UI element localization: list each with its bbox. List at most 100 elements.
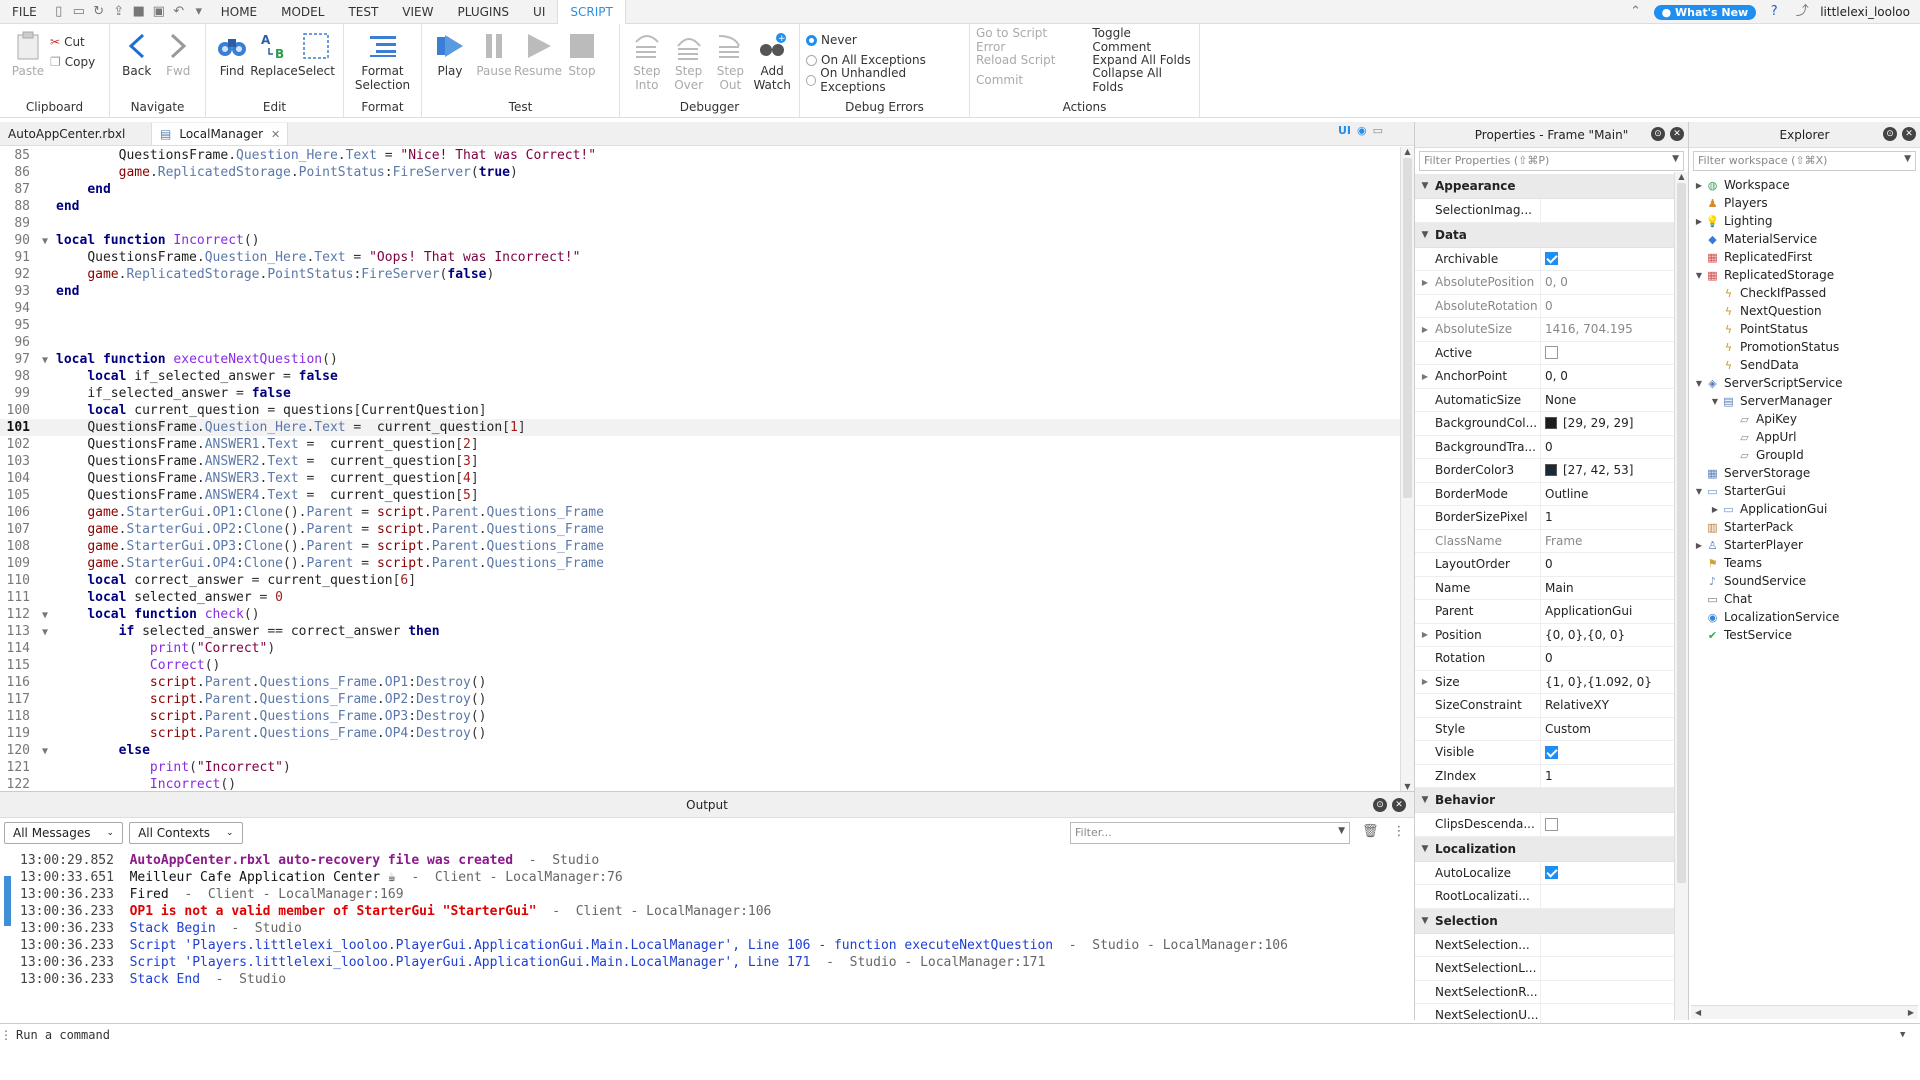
expand-triangle-icon[interactable]: ▶	[1415, 630, 1435, 639]
property-category[interactable]: ▼ Behavior	[1415, 788, 1675, 813]
menu-tab-script[interactable]: SCRIPT	[557, 0, 626, 24]
code-line[interactable]: 114 print("Correct")	[0, 640, 1400, 657]
property-value[interactable]: 0	[1540, 553, 1675, 576]
code-line[interactable]: 118 script.Parent.Questions_Frame.OP3:De…	[0, 708, 1400, 725]
scroll-up-icon[interactable]: ▲	[1401, 147, 1414, 156]
code-line[interactable]: 108 game.StarterGui.OP3:Clone().Parent =…	[0, 538, 1400, 555]
explorer-filter-input[interactable]: Filter workspace (⇧⌘X) ▼	[1693, 151, 1916, 171]
fold-toggle-icon[interactable]: ▼	[34, 233, 56, 250]
explorer-item[interactable]: ϟ CheckIfPassed	[1693, 284, 1920, 302]
help-icon[interactable]: ?	[1767, 5, 1781, 19]
code-line[interactable]: 112 ▼ local function check()	[0, 606, 1400, 623]
chevron-down-icon[interactable]: ▼	[1900, 1030, 1920, 1040]
code-line[interactable]: 113 ▼ if selected_answer == correct_answe…	[0, 623, 1400, 640]
collapse-triangle-icon[interactable]: ▼	[1415, 795, 1435, 805]
collapse-triangle-icon[interactable]: ▼	[1415, 230, 1435, 240]
property-row[interactable]: ClipsDescenda...	[1415, 813, 1675, 837]
code-line[interactable]: 117 script.Parent.Questions_Frame.OP2:De…	[0, 691, 1400, 708]
explorer-item[interactable]: ▼ ◈ ServerScriptService	[1693, 374, 1920, 392]
username[interactable]: littlelexi_looloo	[1820, 5, 1910, 19]
property-row[interactable]: Archivable	[1415, 247, 1675, 271]
property-row[interactable]: Rotation 0	[1415, 647, 1675, 671]
code-line[interactable]: 107 game.StarterGui.OP2:Clone().Parent =…	[0, 521, 1400, 538]
color-swatch[interactable]	[1545, 464, 1557, 477]
checkbox[interactable]	[1545, 252, 1558, 266]
undock-icon[interactable]: ⊙	[1883, 127, 1897, 141]
code-line[interactable]: 89	[0, 215, 1400, 232]
code-line[interactable]: 109 game.StarterGui.OP4:Clone().Parent =…	[0, 555, 1400, 572]
property-value[interactable]	[1540, 980, 1675, 1003]
explorer-item[interactable]: ▱ GroupId	[1693, 446, 1920, 464]
expand-triangle-icon[interactable]: ▶	[1693, 181, 1705, 190]
explorer-item[interactable]: ▼ ▭ StarterGui	[1693, 482, 1920, 500]
explorer-item[interactable]: ▭ Chat	[1693, 590, 1920, 608]
contexts-filter-dropdown[interactable]: All Contexts ⌄	[129, 822, 243, 844]
code-line[interactable]: 111 local selected_answer = 0	[0, 589, 1400, 606]
property-value[interactable]: {0, 0},{0, 0}	[1540, 623, 1675, 646]
property-row[interactable]: BorderSizePixel 1	[1415, 506, 1675, 530]
property-value[interactable]	[1540, 741, 1675, 764]
cut-button[interactable]: ✂ Cut	[50, 32, 95, 52]
menu-tab-ui[interactable]: UI	[521, 0, 557, 24]
close-icon[interactable]: ✕	[1902, 127, 1916, 141]
explorer-item[interactable]: ▱ ApiKey	[1693, 410, 1920, 428]
property-row[interactable]: BackgroundTra... 0	[1415, 435, 1675, 459]
property-row[interactable]: LayoutOrder 0	[1415, 553, 1675, 577]
property-row[interactable]: NextSelection...	[1415, 933, 1675, 957]
scroll-thumb[interactable]	[1677, 183, 1686, 883]
explorer-item[interactable]: ϟ PointStatus	[1693, 320, 1920, 338]
collapse-triangle-icon[interactable]: ▼	[1415, 181, 1435, 191]
property-category[interactable]: ▼ Data	[1415, 222, 1675, 248]
explorer-item[interactable]: ϟ NextQuestion	[1693, 302, 1920, 320]
screenshot-icon[interactable]: ▣	[152, 4, 166, 19]
property-row[interactable]: Active	[1415, 341, 1675, 365]
code-line[interactable]: 86 game.ReplicatedStorage.PointStatus:Fi…	[0, 164, 1400, 181]
code-line[interactable]: 99 if_selected_answer = false	[0, 385, 1400, 402]
property-value[interactable]: Outline	[1540, 482, 1675, 505]
collapse-triangle-icon[interactable]: ▼	[1415, 844, 1435, 854]
collapse-triangle-icon[interactable]: ▼	[1693, 487, 1705, 496]
code-line[interactable]: 103 QuestionsFrame.ANSWER2.Text = curren…	[0, 453, 1400, 470]
property-value[interactable]	[1540, 341, 1675, 364]
output-line[interactable]: 13:00:29.852 AutoAppCenter.rbxl auto-rec…	[20, 852, 1414, 869]
property-value[interactable]: 1416, 704.195	[1540, 318, 1675, 341]
whats-new-button[interactable]: ● What's New	[1653, 4, 1757, 20]
explorer-item[interactable]: ▶ 💡 Lighting	[1693, 212, 1920, 230]
property-value[interactable]	[1540, 247, 1675, 270]
property-row[interactable]: NextSelectionL...	[1415, 957, 1675, 981]
explorer-item[interactable]: ◉ LocalizationService	[1693, 608, 1920, 626]
undock-icon[interactable]: ⊙	[1651, 127, 1665, 141]
explorer-item[interactable]: ϟ PromotionStatus	[1693, 338, 1920, 356]
property-category[interactable]: ▼ Appearance	[1415, 174, 1675, 199]
explorer-hscroll[interactable]: ◀ ▶	[1691, 1005, 1918, 1019]
explorer-item[interactable]: ▶ ▭ ApplicationGui	[1693, 500, 1920, 518]
commit-button[interactable]: Commit	[976, 70, 1076, 90]
property-value[interactable]: None	[1540, 388, 1675, 411]
expand-triangle-icon[interactable]: ▶	[1415, 372, 1435, 381]
code-line[interactable]: 119 script.Parent.Questions_Frame.OP4:De…	[0, 725, 1400, 742]
property-row[interactable]: ▶ AbsoluteSize 1416, 704.195	[1415, 318, 1675, 342]
property-value[interactable]	[1540, 957, 1675, 980]
property-row[interactable]: AutoLocalize	[1415, 861, 1675, 885]
property-row[interactable]: Visible	[1415, 741, 1675, 765]
collapse-ribbon-icon[interactable]: ⌃	[1629, 5, 1643, 19]
explorer-item[interactable]: ▶ ◍ Workspace	[1693, 176, 1920, 194]
output-line[interactable]: 13:00:36.233 Script 'Players.littlelexi_…	[20, 954, 1414, 971]
menu-tab-view[interactable]: VIEW	[390, 0, 445, 24]
code-line[interactable]: 110 local correct_answer = current_quest…	[0, 572, 1400, 589]
properties-filter-input[interactable]: Filter Properties (⇧⌘P) ▼	[1419, 151, 1684, 171]
never-radio[interactable]: Never	[806, 30, 963, 50]
fold-toggle-icon[interactable]: ▼	[34, 607, 56, 624]
checkbox[interactable]	[1545, 817, 1558, 831]
explorer-item[interactable]: ▦ ServerStorage	[1693, 464, 1920, 482]
expand-triangle-icon[interactable]: ▶	[1415, 325, 1435, 334]
code-line[interactable]: 90 ▼ local function Incorrect()	[0, 232, 1400, 249]
collapse-all-folds-button[interactable]: Collapse All Folds	[1092, 66, 1193, 94]
code-line[interactable]: 100 local current_question = questions[C…	[0, 402, 1400, 419]
checkbox[interactable]	[1545, 866, 1558, 880]
dropdown-icon[interactable]: ▾	[192, 4, 206, 19]
property-value[interactable]: 0	[1540, 647, 1675, 670]
output-line[interactable]: 13:00:36.233 Fired - Client - LocalManag…	[20, 886, 1414, 903]
code-line[interactable]: 106 game.StarterGui.OP1:Clone().Parent =…	[0, 504, 1400, 521]
scroll-right-icon[interactable]: ▶	[1908, 1008, 1914, 1017]
